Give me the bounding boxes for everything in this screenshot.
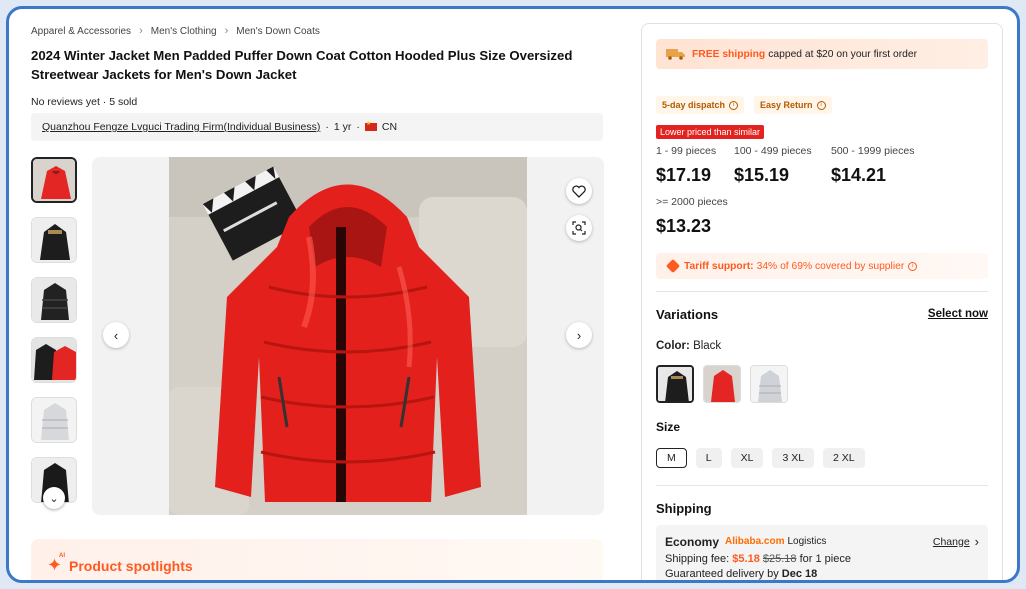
- info-icon: i: [816, 100, 826, 110]
- size-title: Size: [656, 420, 681, 434]
- thumbnails-scroll-down-button[interactable]: ⌄: [43, 487, 65, 509]
- tier-3-price: $14.21: [831, 165, 887, 185]
- free-shipping-label: FREE shipping: [692, 48, 766, 60]
- badge-easy-return-label: Easy Return: [760, 100, 813, 110]
- breadcrumb-item-apparel[interactable]: Apparel & Accessories: [31, 26, 131, 37]
- tariff-label: Tariff support:: [684, 260, 754, 272]
- shipping-fee-row: Shipping fee: $5.18 $25.18 for 1 piece: [665, 553, 979, 565]
- shipping-fee: $5.18: [732, 553, 760, 565]
- chevron-left-icon: ‹: [113, 327, 119, 343]
- size-option-l[interactable]: L: [695, 448, 722, 468]
- lower-price-badge: Lower priced than similar: [656, 125, 765, 139]
- purchase-panel: FREE shipping capped at $20 on your firs…: [641, 23, 1003, 580]
- chevron-right-icon: ›: [224, 25, 229, 37]
- size-option-3xl[interactable]: 3 XL: [772, 448, 815, 468]
- info-icon: i: [908, 261, 918, 271]
- image-search-icon: [572, 221, 586, 235]
- chevron-right-icon[interactable]: ›: [975, 534, 979, 549]
- delivery-row: Guaranteed delivery by Dec 18: [665, 568, 979, 580]
- tier-1-range: 1 - 99 pieces: [656, 145, 717, 157]
- truck-icon: [666, 49, 685, 60]
- tier-2-price: $15.19: [734, 165, 790, 185]
- separator-dot: ·: [102, 96, 107, 108]
- supplier-bar: Quanzhou Fengze Lvguci Trading Firm(Indi…: [31, 113, 603, 141]
- delivery-label: Guaranteed delivery by: [665, 568, 779, 580]
- shipping-fee-label: Shipping fee:: [665, 553, 730, 565]
- next-image-button[interactable]: ›: [566, 322, 592, 348]
- color-swatch-black[interactable]: [656, 365, 694, 403]
- thumbnail-1[interactable]: [31, 157, 77, 203]
- variations-title: Variations: [656, 307, 719, 322]
- supplier-years: 1 yr: [333, 121, 352, 133]
- china-flag-icon: [364, 120, 377, 131]
- breadcrumb-item-down-coats[interactable]: Men's Down Coats: [236, 26, 320, 37]
- chevron-right-icon: ›: [139, 25, 143, 37]
- heart-icon: [572, 184, 586, 198]
- breadcrumb-item-mens-clothing[interactable]: Men's Clothing: [151, 26, 217, 37]
- thumbnail-4[interactable]: [31, 337, 77, 383]
- supplier-country: CN: [381, 121, 398, 133]
- color-swatch-red[interactable]: [703, 365, 741, 403]
- divider: [656, 485, 988, 486]
- product-title: 2024 Winter Jacket Men Padded Puffer Dow…: [31, 48, 573, 82]
- tariff-support-bar[interactable]: Tariff support: 34% of 69% covered by su…: [656, 253, 988, 279]
- select-now-link[interactable]: Select now: [928, 308, 988, 320]
- breadcrumb: Apparel & Accessories › Men's Clothing ›…: [31, 25, 320, 37]
- tariff-text: 34% of 69% covered by supplier: [756, 260, 905, 272]
- spotlight-title: Product spotlights: [69, 558, 193, 574]
- size-option-m[interactable]: M: [656, 448, 687, 468]
- chevron-right-icon: ›: [576, 327, 582, 343]
- product-main-image[interactable]: [169, 157, 527, 515]
- price-tag-icon: [665, 258, 681, 274]
- service-badges: 5-day dispatch i Easy Return i: [656, 96, 832, 114]
- size-option-xl[interactable]: XL: [730, 448, 764, 468]
- image-search-button[interactable]: [566, 215, 592, 241]
- thumbnail-strip: [31, 157, 77, 517]
- product-spotlights-section: ✦ AI Product spotlights: [31, 539, 603, 580]
- previous-image-button[interactable]: ‹: [103, 322, 129, 348]
- color-label-key: Color:: [656, 340, 690, 352]
- reviews-text[interactable]: No reviews yet: [31, 96, 100, 108]
- review-summary: No reviews yet · 5 sold: [31, 96, 137, 108]
- shipping-method: Economy: [665, 534, 720, 549]
- change-shipping-link[interactable]: Change: [933, 536, 970, 548]
- color-swatch-white[interactable]: [750, 365, 788, 403]
- thumbnail-2[interactable]: [31, 217, 77, 263]
- separator-dot: ·: [325, 121, 329, 133]
- tier-1-price: $17.19: [656, 165, 712, 185]
- browser-frame: Apparel & Accessories › Men's Clothing ›…: [6, 6, 1020, 583]
- main-image-gallery: ‹ ›: [92, 157, 604, 515]
- badge-easy-return[interactable]: Easy Return i: [754, 96, 832, 114]
- favorite-button[interactable]: [566, 178, 592, 204]
- tier-4-price: $13.23: [656, 216, 712, 236]
- thumbnail-5[interactable]: [31, 397, 77, 443]
- chevron-down-icon: ⌄: [49, 492, 59, 505]
- sold-count: 5 sold: [109, 96, 138, 108]
- divider: [656, 291, 988, 292]
- thumbnail-3[interactable]: [31, 277, 77, 323]
- shipping-title: Shipping: [656, 501, 712, 516]
- tier-4-range: >= 2000 pieces: [656, 196, 728, 208]
- alibaba-logo: Alibaba.com: [725, 536, 785, 547]
- info-icon: i: [729, 100, 739, 110]
- tier-3-range: 500 - 1999 pieces: [831, 145, 915, 157]
- tier-2-range: 100 - 499 pieces: [734, 145, 812, 157]
- carrier-suffix: Logistics: [787, 536, 827, 547]
- separator-dot: ·: [356, 121, 360, 133]
- color-label: Color: Black: [656, 340, 721, 352]
- free-shipping-banner: FREE shipping capped at $20 on your firs…: [656, 39, 988, 69]
- size-options: M L XL 3 XL 2 XL: [656, 448, 865, 468]
- shipping-fee-unit: for 1 piece: [799, 553, 851, 565]
- badge-dispatch-label: 5-day dispatch: [662, 100, 726, 110]
- ai-badge: AI: [59, 553, 65, 559]
- shipping-fee-old: $25.18: [762, 553, 797, 565]
- color-label-value: Black: [693, 340, 722, 352]
- badge-dispatch[interactable]: 5-day dispatch i: [656, 96, 745, 114]
- size-option-2xl[interactable]: 2 XL: [823, 448, 865, 468]
- color-swatches: [656, 365, 788, 403]
- free-shipping-detail: capped at $20 on your first order: [768, 48, 918, 60]
- shipping-method-box: Economy Alibaba.com Logistics Change › S…: [656, 525, 988, 580]
- delivery-date: Dec 18: [781, 568, 818, 580]
- supplier-name-link[interactable]: Quanzhou Fengze Lvguci Trading Firm(Indi…: [42, 121, 320, 133]
